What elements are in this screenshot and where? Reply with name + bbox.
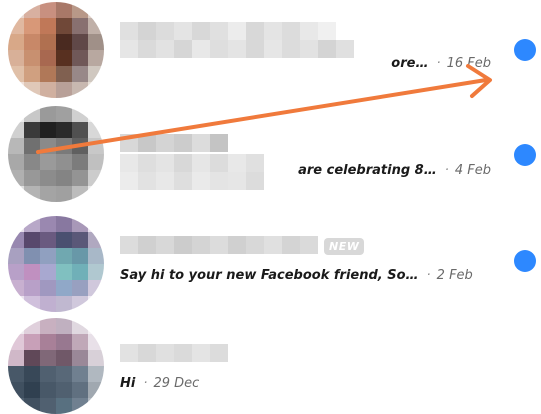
annotation-arrow-icon bbox=[36, 64, 492, 154]
